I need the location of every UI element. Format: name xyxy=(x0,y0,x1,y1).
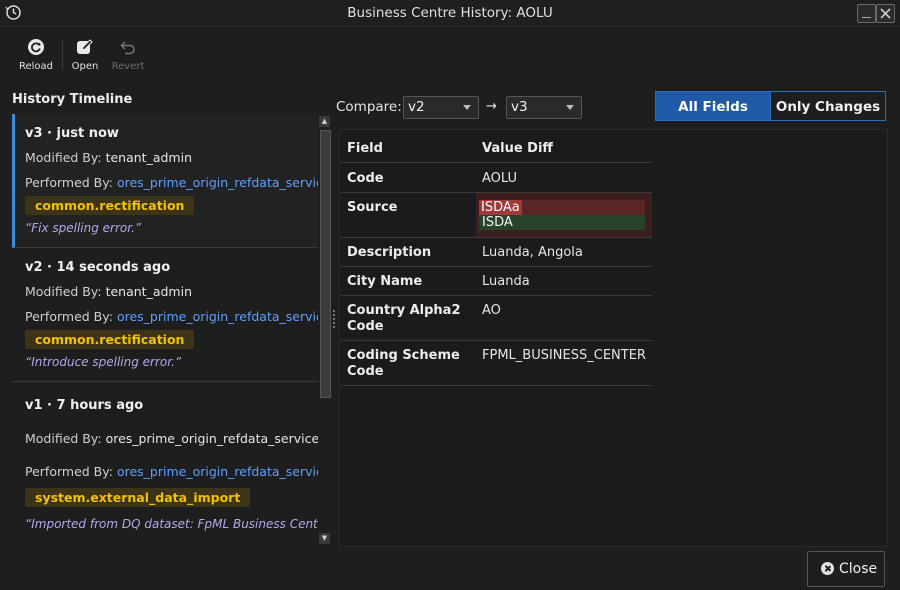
timeline-entry-v3[interactable]: v3 · just now Modified By: tenant_admin … xyxy=(12,114,320,248)
scroll-down-icon[interactable]: ▼ xyxy=(319,533,330,544)
row-divider xyxy=(341,162,652,163)
row-divider xyxy=(341,295,652,296)
performed-by-link[interactable]: ores_prime_origin_refdata_service xyxy=(117,175,320,190)
entry-performed-by: Performed By: ores_prime_origin_refdata_… xyxy=(25,175,320,190)
diff-removed-value: ISDAa xyxy=(479,200,522,215)
performed-by-label: Performed By: xyxy=(25,175,113,190)
modified-by-value: ores_prime_origin_refdata_service xyxy=(105,431,320,446)
close-icon xyxy=(880,8,891,19)
modified-by-label: Modified By: xyxy=(25,284,102,299)
field-value-coding-scheme: FPML_BUSINESS_CENTER xyxy=(482,348,646,363)
revert-label: Revert xyxy=(111,61,145,72)
diff-added-value: ISDA xyxy=(482,215,513,230)
edit-icon xyxy=(77,39,93,54)
field-name-city: City Name xyxy=(347,274,423,289)
compare-from-select[interactable]: v2 xyxy=(403,96,479,119)
diff-added-line: ISDA xyxy=(479,215,645,230)
change-reason-badge: common.rectification xyxy=(25,330,195,349)
only-changes-toggle[interactable]: Only Changes xyxy=(770,91,886,121)
entry-modified-by: Modified By: ores_prime_origin_refdata_s… xyxy=(25,431,319,446)
field-name-description: Description xyxy=(347,245,432,260)
entry-version: v2 · 14 seconds ago xyxy=(25,260,171,275)
entry-modified-by: Modified By: tenant_admin xyxy=(25,284,192,299)
title-bar: Business Centre History: AOLU xyxy=(0,0,900,27)
entry-performed-by: Performed By: ores_prime_origin_refdata_… xyxy=(25,464,320,479)
performed-by-link[interactable]: ores_prime_origin_refdata_service xyxy=(117,309,320,324)
compare-to-value: v3 xyxy=(511,99,528,115)
chevron-down-icon xyxy=(566,105,574,110)
row-divider xyxy=(341,237,652,238)
change-reason-badge: common.rectification xyxy=(25,196,195,215)
field-name-coding-scheme: Coding Scheme Code xyxy=(347,348,460,379)
timeline-entry-v1[interactable]: v1 · 7 hours ago Modified By: ores_prime… xyxy=(12,382,320,542)
close-circle-icon xyxy=(821,562,834,575)
field-value-description: Luanda, Angola xyxy=(482,245,583,260)
row-divider xyxy=(341,266,652,267)
performed-by-label: Performed By: xyxy=(25,309,113,324)
entry-version: v3 · just now xyxy=(25,126,119,141)
entry-modified-by: Modified By: tenant_admin xyxy=(25,150,192,165)
row-divider xyxy=(341,340,652,341)
scrollbar-thumb[interactable] xyxy=(320,130,331,398)
compare-label: Compare: xyxy=(336,99,402,115)
performed-by-label: Performed By: xyxy=(25,464,113,479)
compare-to-select[interactable]: v3 xyxy=(506,96,582,119)
minimize-button[interactable] xyxy=(857,4,876,23)
undo-icon xyxy=(120,41,135,55)
chevron-down-icon xyxy=(463,105,471,110)
modified-by-label: Modified By: xyxy=(25,150,102,165)
field-value-city: Luanda xyxy=(482,274,530,289)
timeline-scrollbar[interactable]: ▲ ▼ xyxy=(318,115,331,545)
reload-label: Reload xyxy=(18,61,54,72)
revert-button[interactable]: Revert xyxy=(102,38,154,72)
field-name-source: Source xyxy=(347,200,398,215)
reload-button[interactable]: Reload xyxy=(10,38,62,72)
field-value-code: AOLU xyxy=(482,171,518,186)
all-fields-toggle[interactable]: All Fields xyxy=(655,91,771,121)
compare-arrow: → xyxy=(486,99,497,114)
entry-version: v1 · 7 hours ago xyxy=(25,398,144,413)
history-timeline-list: v3 · just now Modified By: tenant_admin … xyxy=(12,114,320,546)
row-divider xyxy=(341,385,652,386)
field-value-country-alpha2: AO xyxy=(482,303,501,318)
reload-icon xyxy=(28,39,44,55)
close-button[interactable]: Close xyxy=(807,551,885,587)
close-button-label: Close xyxy=(839,561,878,577)
entry-commentary: “Introduce spelling error.” xyxy=(25,355,182,369)
compare-from-value: v2 xyxy=(408,99,425,115)
performed-by-link[interactable]: ores_prime_origin_refdata_service xyxy=(117,464,320,479)
entry-commentary: “Imported from DQ dataset: FpML Business… xyxy=(25,517,320,531)
window-title: Business Centre History: AOLU xyxy=(347,5,553,21)
entry-performed-by: Performed By: ores_prime_origin_refdata_… xyxy=(25,309,320,324)
field-name-country-alpha2: Country Alpha2 Code xyxy=(347,303,461,334)
pane-splitter-handle[interactable] xyxy=(333,310,335,330)
modified-by-value: tenant_admin xyxy=(105,150,192,165)
modified-by-value: tenant_admin xyxy=(105,284,192,299)
field-name-code: Code xyxy=(347,171,384,186)
entry-commentary: “Fix spelling error.” xyxy=(25,221,142,235)
toolbar: Reload Open Revert xyxy=(0,26,900,80)
timeline-entry-v2[interactable]: v2 · 14 seconds ago Modified By: tenant_… xyxy=(12,248,320,382)
change-reason-badge: system.external_data_import xyxy=(25,488,251,507)
column-header-value-diff: Value Diff xyxy=(482,141,553,156)
diff-removed-line: ISDAa xyxy=(479,200,645,215)
scroll-up-icon[interactable]: ▲ xyxy=(319,116,330,127)
history-timeline-heading: History Timeline xyxy=(12,92,133,107)
modified-by-label: Modified By: xyxy=(25,431,102,446)
column-header-field: Field xyxy=(347,141,383,156)
window-close-button[interactable] xyxy=(876,4,895,23)
